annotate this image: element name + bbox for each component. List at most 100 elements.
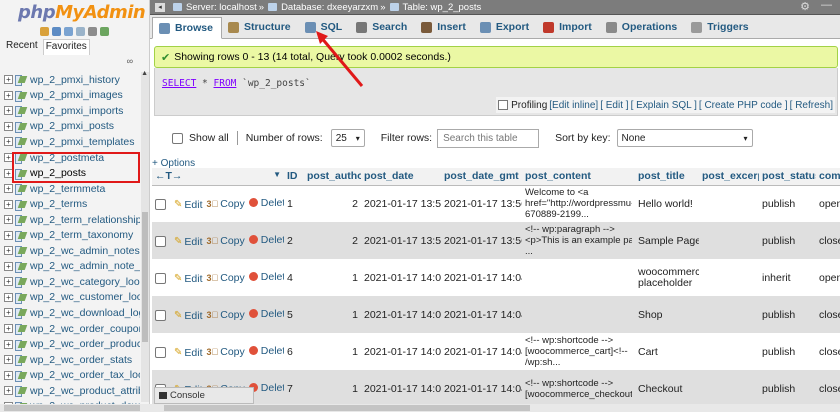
cell-post-author[interactable]: 1 — [304, 259, 361, 296]
cell-post-date[interactable]: 2021-01-17 13:56:58 — [361, 185, 441, 222]
help-icon[interactable] — [64, 26, 73, 36]
cell-post-status[interactable]: publish — [759, 296, 816, 333]
column-arrows[interactable]: ←T→ — [155, 170, 182, 182]
sidebar-item-table[interactable]: + wp_2_pmxi_images — [4, 88, 140, 104]
sidebar-item-table[interactable]: + wp_2_wc_category_lookup — [4, 274, 140, 290]
expand-icon[interactable]: + — [4, 370, 13, 380]
cell-post-author[interactable]: 1 — [304, 370, 361, 407]
tab-browse[interactable]: Browse — [152, 17, 222, 39]
expand-icon[interactable]: + — [4, 261, 13, 271]
sidebar-item-table[interactable]: + wp_2_terms — [4, 196, 140, 212]
cell-post-title[interactable]: woocommerce-placeholder — [635, 259, 699, 296]
breadcrumb-server[interactable]: Server: localhost — [186, 2, 257, 13]
sidebar-horizontal-scrollbar[interactable] — [0, 404, 150, 412]
expand-icon[interactable]: + — [4, 277, 13, 287]
sidebar-item-table[interactable]: + wp_2_term_taxonomy — [4, 227, 140, 243]
delete-button[interactable]: Delete — [248, 197, 284, 209]
sidebar-item-label[interactable]: wp_2_wc_customer_looku — [30, 291, 140, 303]
minimize-icon[interactable]: — — [821, 0, 832, 11]
sidebar-item-label[interactable]: wp_2_pmxi_imports — [30, 105, 123, 117]
sidebar-item-label[interactable]: wp_2_pmxi_templates — [30, 136, 134, 148]
cell-post-date-gmt[interactable]: 2021-01-17 13:56:58 — [441, 185, 522, 222]
copy-button[interactable]: 3⃝Copy — [206, 272, 244, 284]
cell-post-author[interactable]: 2 — [304, 222, 361, 259]
expand-icon[interactable]: + — [4, 106, 13, 116]
edit-button[interactable]: ✎Edit — [174, 199, 202, 211]
cell-post-title[interactable]: Sample Page — [635, 222, 699, 259]
logout-icon[interactable] — [52, 26, 61, 36]
link-icon[interactable]: ∞ — [127, 56, 133, 66]
refresh-link[interactable]: [ Refresh] — [790, 100, 833, 111]
row-checkbox[interactable] — [155, 198, 166, 210]
sidebar-item-label[interactable]: wp_2_pmxi_history — [30, 74, 120, 86]
cell-post-status[interactable]: publish — [759, 333, 816, 370]
cell-comment-status[interactable]: open — [816, 259, 840, 296]
filter-input[interactable]: Search this table — [437, 128, 540, 148]
docs-icon[interactable] — [76, 26, 85, 36]
column-header-post-date[interactable]: post_date — [361, 168, 441, 186]
sidebar-item-label[interactable]: wp_2_wc_category_lookup — [30, 276, 140, 288]
expand-icon[interactable]: + — [4, 355, 13, 365]
cell-post-date[interactable]: 2021-01-17 14:04:30 — [361, 333, 441, 370]
cell-post-date-gmt[interactable]: 2021-01-17 13:56:58 — [441, 222, 522, 259]
cell-post-status[interactable]: inherit — [759, 259, 816, 296]
cell-post-date-gmt[interactable]: 2021-01-17 14:04:30 — [441, 333, 522, 370]
edit-button[interactable]: ✎Edit — [174, 273, 202, 285]
sidebar-item-table[interactable]: + wp_2_wc_product_attribut — [4, 383, 140, 399]
delete-button[interactable]: Delete — [248, 308, 284, 320]
sort-arrow-icon[interactable]: ▼ — [273, 170, 281, 179]
expand-icon[interactable]: + — [4, 292, 13, 302]
sidebar-hscroll-thumb[interactable] — [4, 405, 140, 411]
copy-button[interactable]: 3⃝Copy — [206, 198, 244, 210]
cell-post-date-gmt[interactable]: 2021-01-17 14:04:29 — [441, 259, 522, 296]
settings-icon[interactable] — [88, 26, 97, 36]
sidebar-scroll-thumb[interactable] — [142, 212, 148, 342]
sidebar-item-table[interactable]: + wp_2_wc_order_stats — [4, 352, 140, 368]
cell-post-content[interactable]: <!-- wp:shortcode --> [woocommerce_cart]<… — [522, 333, 635, 370]
expand-icon[interactable]: + — [4, 215, 13, 225]
phpmyadmin-logo[interactable]: phpMyAdmin — [0, 0, 149, 23]
cell-post-status[interactable]: publish — [759, 222, 816, 259]
sidebar-item-table[interactable]: + wp_2_wc_admin_note_act — [4, 259, 140, 275]
cell-post-status[interactable]: publish — [759, 185, 816, 222]
tab-recent[interactable]: Recent — [4, 39, 40, 55]
profiling-checkbox[interactable] — [498, 100, 509, 110]
column-arrows-header[interactable]: ←T→ ▼ — [152, 168, 284, 186]
sidebar-item-label[interactable]: wp_2_wc_download_log — [30, 307, 140, 319]
cell-post-content[interactable] — [522, 296, 635, 333]
expand-icon[interactable]: + — [4, 90, 13, 100]
breadcrumb-database[interactable]: Database: dxeeyarzxm — [281, 2, 378, 13]
sidebar-item-label[interactable]: wp_2_wc_order_coupon_l — [30, 323, 140, 335]
tab-favorites[interactable]: Favorites — [42, 39, 90, 55]
sidebar-item-table[interactable]: + wp_2_term_relationships — [4, 212, 140, 228]
cell-comment-status[interactable]: closed — [816, 370, 840, 407]
expand-icon[interactable]: + — [4, 324, 13, 334]
home-icon[interactable] — [40, 26, 49, 36]
tab-sql[interactable]: SQL — [299, 16, 351, 38]
breadcrumb-table[interactable]: Table: wp_2_posts — [403, 2, 482, 13]
reload-icon[interactable] — [100, 26, 109, 36]
edit-inline-link[interactable]: [Edit inline] — [549, 100, 598, 111]
cell-post-excerpt[interactable] — [699, 370, 759, 407]
tab-insert[interactable]: Insert — [415, 16, 474, 38]
sidebar-item-table[interactable]: + wp_2_termmeta — [4, 181, 140, 197]
edit-button[interactable]: ✎Edit — [174, 347, 202, 359]
cell-post-content[interactable] — [522, 259, 635, 296]
gear-icon[interactable]: ⚙ — [800, 0, 810, 13]
cell-comment-status[interactable]: closed — [816, 333, 840, 370]
sidebar-item-table[interactable]: + wp_2_wc_customer_looku — [4, 290, 140, 306]
cell-comment-status[interactable]: closed — [816, 222, 840, 259]
column-header-post-content[interactable]: post_content — [522, 168, 635, 186]
sidebar-item-label[interactable]: wp_2_pmxi_images — [30, 89, 123, 101]
row-checkbox[interactable] — [155, 346, 166, 358]
expand-icon[interactable]: + — [4, 137, 13, 147]
cell-id[interactable]: 5 — [284, 296, 304, 333]
column-header-post-status[interactable]: post_status — [759, 168, 816, 186]
cell-post-title[interactable]: Checkout — [635, 370, 699, 407]
cell-id[interactable]: 1 — [284, 185, 304, 222]
column-header-post-excerpt[interactable]: post_excerpt — [699, 168, 759, 186]
sidebar-item-label[interactable]: wp_2_terms — [30, 198, 87, 210]
cell-post-date-gmt[interactable]: 2021-01-17 14:04:30 — [441, 296, 522, 333]
sidebar-item-table[interactable]: + wp_2_wc_order_product_l — [4, 336, 140, 352]
expand-icon[interactable]: + — [4, 121, 13, 131]
